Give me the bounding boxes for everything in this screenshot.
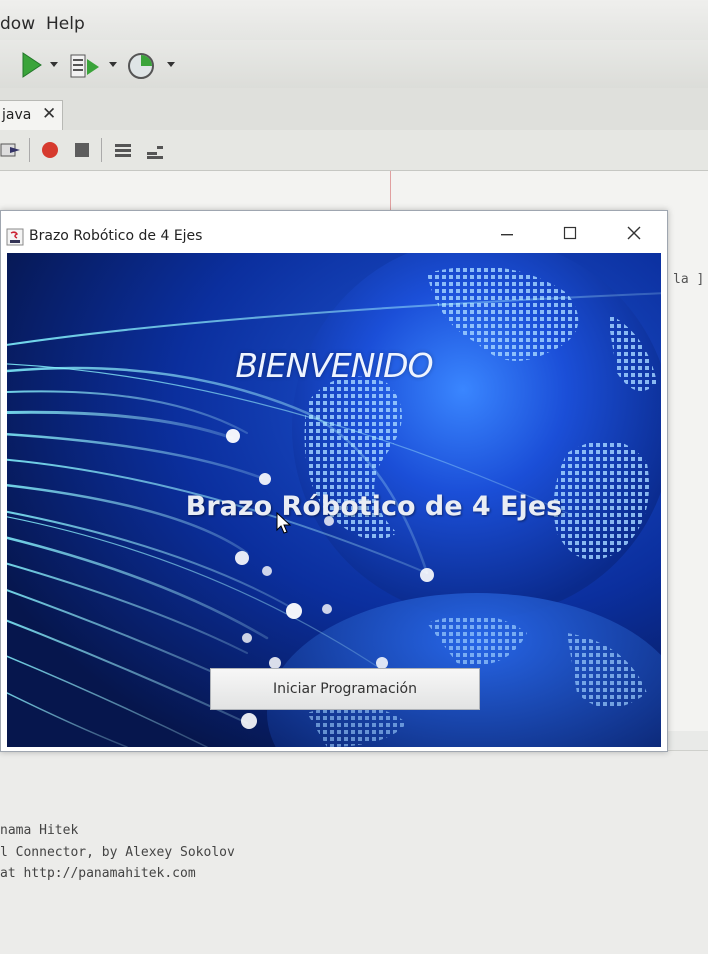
- close-window-button[interactable]: [614, 219, 654, 247]
- menu-window[interactable]: dow: [0, 14, 35, 34]
- tab-label: java: [2, 107, 32, 123]
- dropdown-arrow-icon: [109, 62, 117, 67]
- minimize-icon: [501, 234, 513, 236]
- main-toolbar: [0, 40, 708, 89]
- profile-dropdown[interactable]: [166, 60, 176, 70]
- run-button[interactable]: [18, 50, 44, 80]
- maximize-button[interactable]: [550, 219, 590, 247]
- editor-tabs: java ✕: [0, 88, 708, 131]
- output-line: nama Hitek: [0, 823, 79, 838]
- stop-button[interactable]: [72, 140, 92, 160]
- play-icon: [22, 52, 42, 78]
- editor-toolbar: [0, 130, 708, 171]
- output-line: at http://panamahitek.com: [0, 866, 196, 881]
- dropdown-arrow-icon: [167, 62, 175, 67]
- start-programming-button[interactable]: Iniciar Programación: [210, 668, 480, 710]
- minimize-button[interactable]: [487, 219, 527, 247]
- run-dropdown[interactable]: [49, 60, 59, 70]
- close-icon[interactable]: ✕: [42, 104, 56, 124]
- debug-project-icon: [70, 54, 99, 78]
- toggle-breakpoint-button[interactable]: [40, 140, 60, 160]
- app-subtitle: Brazo Róbotico de 4 Ejes: [185, 491, 563, 522]
- import-icon: [0, 143, 20, 157]
- comment-lines-icon: [115, 144, 131, 157]
- record-icon: [42, 142, 58, 158]
- toolbar-separator: [101, 138, 102, 162]
- toolbar-separator: [29, 138, 30, 162]
- source-button[interactable]: [0, 139, 22, 161]
- app-window: Brazo Robótico de 4 Ejes BIENVENIDO Braz…: [0, 210, 668, 752]
- uncomment-lines-icon: [147, 146, 163, 159]
- output-line: l Connector, by Alexey Sokolov: [0, 845, 235, 860]
- tab-java-file[interactable]: java ✕: [0, 100, 63, 131]
- profile-gauge-icon: [128, 53, 154, 79]
- profile-button[interactable]: [124, 50, 160, 82]
- debug-dropdown[interactable]: [108, 60, 118, 70]
- maximize-icon: [563, 226, 577, 240]
- window-title: Brazo Robótico de 4 Ejes: [29, 228, 203, 244]
- menu-help[interactable]: Help: [46, 14, 85, 34]
- output-panel: nama Hitek l Connector, by Alexey Sokolo…: [0, 750, 708, 954]
- java-app-icon: [6, 228, 24, 246]
- welcome-panel: BIENVENIDO Brazo Róbotico de 4 Ejes Inic…: [7, 253, 661, 747]
- mouse-cursor-icon: [276, 512, 292, 534]
- stop-icon: [75, 143, 89, 157]
- editor-code-fragment: la ]: [673, 272, 705, 287]
- menu-bar: dow Help: [0, 0, 708, 41]
- uncomment-button[interactable]: [145, 139, 167, 161]
- welcome-heading: BIENVENIDO: [235, 346, 433, 385]
- window-titlebar[interactable]: Brazo Robótico de 4 Ejes: [1, 211, 667, 253]
- debug-button[interactable]: [68, 50, 102, 82]
- close-icon: [627, 226, 641, 240]
- dropdown-arrow-icon: [50, 62, 58, 67]
- comment-button[interactable]: [113, 139, 135, 161]
